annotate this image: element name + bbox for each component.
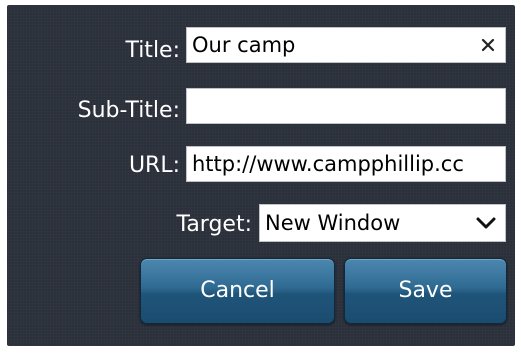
title-input[interactable] — [187, 28, 505, 62]
subtitle-input[interactable] — [187, 89, 505, 123]
chevron-down-icon — [476, 217, 496, 229]
subtitle-label: Sub-Title: — [77, 98, 180, 123]
url-label: URL: — [128, 153, 180, 178]
title-label: Title: — [125, 38, 180, 63]
title-field-container — [186, 27, 506, 63]
save-button[interactable]: Save — [344, 258, 507, 324]
target-select[interactable]: New Window — [259, 204, 506, 242]
target-label: Target: — [176, 212, 252, 237]
cancel-button[interactable]: Cancel — [140, 258, 335, 324]
target-selected-value: New Window — [265, 211, 401, 235]
url-field-container — [186, 146, 506, 182]
close-icon[interactable] — [479, 36, 497, 54]
link-editor-panel: Title: Sub-Title: URL: Target: New Windo… — [7, 5, 515, 346]
subtitle-field-container — [186, 88, 506, 124]
url-input[interactable] — [187, 147, 505, 181]
